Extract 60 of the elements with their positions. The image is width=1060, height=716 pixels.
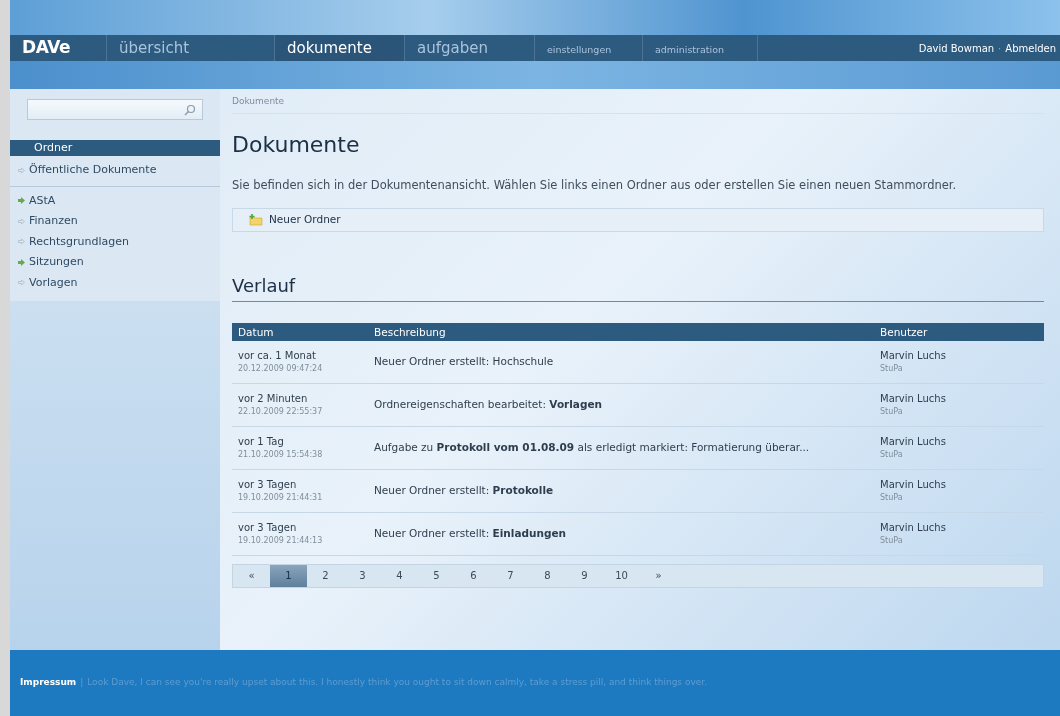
page-link[interactable]: 5 [418,564,455,587]
page-link[interactable]: 2 [307,564,344,587]
group-name: StuPa [880,492,904,505]
user-name: Marvin Luchs [880,435,947,450]
page-link[interactable]: 8 [529,564,566,587]
relative-time: vor 3 Tagen [238,521,298,536]
page-link[interactable]: 3 [344,564,381,587]
folder-item[interactable]: AStA [10,192,220,209]
separator: · [998,41,1002,56]
relative-time: vor ca. 1 Monat [238,349,317,364]
table-cell-text: Neuer Ordner erstellt: Einladungen [373,525,568,541]
page-link[interactable]: 6 [455,564,492,587]
relative-time: vor 1 Tag [238,435,285,450]
page-link[interactable]: 4 [381,564,418,587]
page-link[interactable]: 9 [566,564,603,587]
new-folder-button[interactable]: Neuer Ordner [249,211,341,228]
sidebar-heading: Ordner [10,140,220,156]
table-cell-text: Ordnereigenschaften bearbeitet: Vorlagen [373,396,604,412]
page-title: Dokumente [232,130,361,159]
timestamp: 19.10.2009 21:44:31 [238,492,324,505]
search-field[interactable] [27,99,203,120]
user-name: Marvin Luchs [880,392,947,407]
intro-text: Sie befinden sich in der Dokumentenansicht. Wählen Sie links einen Ordner aus oder erstellen Sie einen neuen Stammordner. [232,176,958,194]
separator: | [80,676,84,690]
column-header: Datum [237,324,275,340]
page-link[interactable]: 7 [492,564,529,587]
folder-icon [249,213,263,226]
table-cell-text: Neuer Ordner erstellt: Hochschule [373,353,555,369]
page-link[interactable]: 10 [603,564,640,587]
search-icon [184,103,196,116]
next-page-link[interactable]: » [640,564,677,587]
user-name: David Bowman [918,41,995,56]
group-name: StuPa [880,449,904,462]
impressum-link[interactable]: Impressum [20,676,77,690]
folder-item[interactable]: Finanzen [10,213,220,230]
section-title: Verlauf [232,271,1044,302]
previous-page-link[interactable]: « [233,564,270,587]
user-name: Marvin Luchs [880,349,947,364]
timestamp: 21.10.2009 15:54:38 [238,449,324,462]
user-name: Marvin Luchs [880,478,947,493]
timestamp: 19.10.2009 21:44:13 [238,535,324,548]
folder-item[interactable]: Öffentliche Dokumente [10,162,220,179]
folder-item[interactable]: Vorlagen [10,274,220,291]
column-header: Benutzer [879,324,929,340]
group-name: StuPa [880,406,904,419]
timestamp: 22.10.2009 22:55:37 [238,406,324,419]
table-cell-text: Aufgabe zu Protokoll vom 01.08.09 als erledigt markiert: Formatierung überar... [373,439,811,455]
column-header: Beschreibung [373,324,447,340]
relative-time: vor 2 Minuten [238,392,309,407]
table-cell-text: Neuer Ordner erstellt: Protokolle [373,482,555,498]
user-name: Marvin Luchs [880,521,947,536]
group-name: StuPa [880,535,904,548]
timestamp: 20.12.2009 09:47:24 [238,363,324,376]
relative-time: vor 3 Tagen [238,478,298,493]
folder-item[interactable]: Rechtsgrundlagen [10,233,220,250]
logout-link[interactable]: Abmelden [1005,40,1056,56]
nav-tab[interactable]: dokumente [275,35,405,61]
page-link[interactable]: 1 [270,564,307,587]
group-name: StuPa [880,363,904,376]
folder-item[interactable]: Sitzungen [10,254,220,271]
